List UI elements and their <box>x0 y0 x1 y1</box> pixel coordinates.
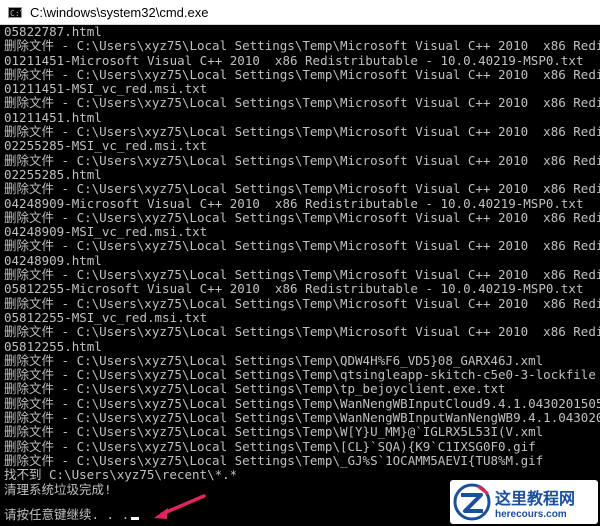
console-line: 删除文件 - C:\Users\xyz75\Local Settings\Tem… <box>4 124 600 140</box>
console-line: 删除文件 - C:\Users\xyz75\Local Settings\Tem… <box>4 66 600 82</box>
console-line: 删除文件 - C:\Users\xyz75\Local Settings\Tem… <box>4 95 600 111</box>
console-line: 删除文件 - C:\Users\xyz75\Local Settings\Tem… <box>4 352 544 368</box>
console-line: 04248909.html <box>4 252 102 268</box>
console-line: 删除文件 - C:\Users\xyz75\Local Settings\Tem… <box>4 367 596 383</box>
console-line: 01211451.html <box>4 109 102 125</box>
console-line: 删除文件 - C:\Users\xyz75\Local Settings\Tem… <box>4 438 536 454</box>
prompt-line: 请按任意键继续. . . <box>4 507 140 522</box>
console-line: 删除文件 - C:\Users\xyz75\Local Settings\Tem… <box>4 152 600 168</box>
console-line: 05812255-MSI_vc_red.msi.txt <box>4 309 208 325</box>
console-line: 04248909-Microsoft Visual C++ 2010 x86 R… <box>4 195 584 211</box>
console-line: 删除文件 - C:\Users\xyz75\Local Settings\Tem… <box>4 238 600 254</box>
console-line: 删除文件 - C:\Users\xyz75\Local Settings\Tem… <box>4 295 600 311</box>
console-line: 05812255-Microsoft Visual C++ 2010 x86 R… <box>4 281 584 297</box>
console-line: 05822787.html <box>4 25 102 39</box>
console-line: 05812255.html <box>4 338 102 354</box>
console-line: 删除文件 - C:\Users\xyz75\Local Settings\Tem… <box>4 452 544 468</box>
watermark-url: herecours.com <box>495 508 567 520</box>
console-line: 删除文件 - C:\Users\xyz75\Local Settings\Tem… <box>4 381 506 397</box>
console-line: 04248909-MSI_vc_red.msi.txt <box>4 224 208 240</box>
watermark-title: 这里教程网 <box>495 488 576 508</box>
title-bar[interactable]: C:\ C:\windows\system32\cmd.exe <box>0 0 600 25</box>
cmd-window: C:\ C:\windows\system32\cmd.exe 05822787… <box>0 0 600 526</box>
console-line: 01211451-Microsoft Visual C++ 2010 x86 R… <box>4 52 584 68</box>
console-line: 01211451-MSI_vc_red.msi.txt <box>4 81 208 97</box>
arrow-annotation-icon <box>154 494 206 519</box>
console-line: 删除文件 - C:\Users\xyz75\Local Settings\Tem… <box>4 267 600 283</box>
console-line: 删除文件 - C:\Users\xyz75\Local Settings\Tem… <box>4 395 600 411</box>
console-line: 删除文件 - C:\Users\xyz75\Local Settings\Tem… <box>4 410 600 426</box>
console-line: 02255285.html <box>4 166 102 182</box>
cmd-icon: C:\ <box>8 6 22 18</box>
console-line: 删除文件 - C:\Users\xyz75\Local Settings\Tem… <box>4 209 600 225</box>
window-title: C:\windows\system32\cmd.exe <box>30 4 209 20</box>
console-line: 02255285-MSI_vc_red.msi.txt <box>4 138 208 154</box>
console-line: 删除文件 - C:\Users\xyz75\Local Settings\Tem… <box>4 324 600 340</box>
console-line: 删除文件 - C:\Users\xyz75\Local Settings\Tem… <box>4 424 544 440</box>
text-cursor <box>131 517 140 520</box>
console-output[interactable]: 05822787.html 删除文件 - C:\Users\xyz75\Loca… <box>4 25 600 526</box>
press-any-key-prompt: 请按任意键继续. . . <box>4 507 130 522</box>
console-line: 删除文件 - C:\Users\xyz75\Local Settings\Tem… <box>4 181 600 197</box>
site-watermark: 这里教程网 herecours.com <box>450 480 598 524</box>
site-logo-icon <box>453 483 491 521</box>
console-line: 删除文件 - C:\Users\xyz75\Local Settings\Tem… <box>4 38 600 54</box>
